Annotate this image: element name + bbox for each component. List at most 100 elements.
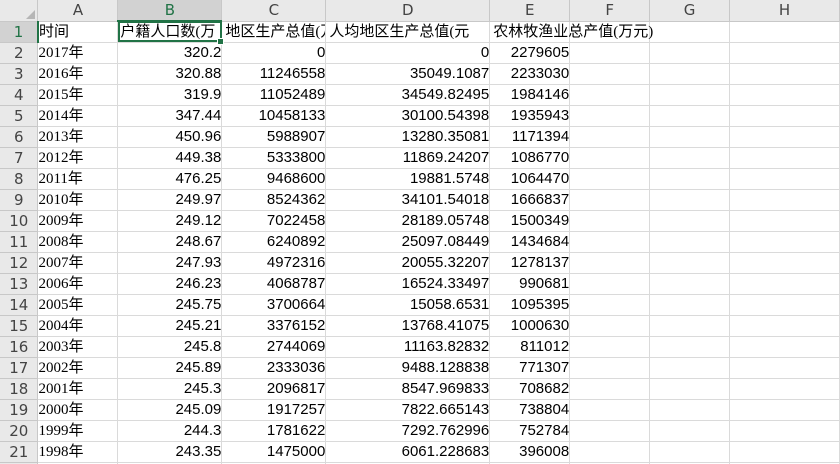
cell-agri-output[interactable]: 1095395 <box>489 294 571 316</box>
cell-gdp[interactable]: 8524362 <box>221 189 327 211</box>
cell-gdp-per-capita[interactable]: 28189.05748 <box>325 210 491 232</box>
cell-gdp-per-capita[interactable]: 15058.6531 <box>325 294 491 316</box>
cell-year[interactable]: 2010年 <box>37 189 119 211</box>
cell-gdp[interactable]: 11246558 <box>221 63 327 85</box>
cell-gdp[interactable]: 9468600 <box>221 168 327 190</box>
cell-year[interactable]: 2005年 <box>37 294 119 316</box>
cell-year[interactable]: 2012年 <box>37 147 119 169</box>
cell-empty[interactable] <box>569 84 651 106</box>
cell-gdp[interactable]: 5988907 <box>221 126 327 148</box>
cell-empty[interactable] <box>569 210 651 232</box>
cell-population[interactable]: 245.8 <box>117 336 223 358</box>
cell-population[interactable]: 320.88 <box>117 63 223 85</box>
row-header[interactable]: 17 <box>0 357 39 379</box>
cell-year[interactable]: 1999年 <box>37 420 119 442</box>
cell-empty[interactable] <box>729 126 840 148</box>
cell-gdp[interactable]: 1781622 <box>221 420 327 442</box>
cell-population[interactable]: 249.12 <box>117 210 223 232</box>
cell-year[interactable]: 2001年 <box>37 378 119 400</box>
cell-empty[interactable] <box>729 42 840 64</box>
cell-population[interactable]: 243.35 <box>117 441 223 463</box>
cell-g1[interactable] <box>649 21 731 43</box>
cell-gdp[interactable]: 3700664 <box>221 294 327 316</box>
cell-empty[interactable] <box>729 105 840 127</box>
cell-empty[interactable] <box>649 399 731 421</box>
cell-empty[interactable] <box>569 273 651 295</box>
row-header[interactable]: 5 <box>0 105 39 127</box>
column-header-c[interactable]: C <box>221 0 327 22</box>
row-header[interactable]: 15 <box>0 315 39 337</box>
cell-empty[interactable] <box>649 189 731 211</box>
column-header-d[interactable]: D <box>325 0 491 22</box>
cell-gdp[interactable]: 0 <box>221 42 327 64</box>
row-header[interactable]: 9 <box>0 189 39 211</box>
cell-empty[interactable] <box>569 63 651 85</box>
cell-agri-output[interactable]: 1935943 <box>489 105 571 127</box>
cell-empty[interactable] <box>649 42 731 64</box>
cell-empty[interactable] <box>649 315 731 337</box>
cell-empty[interactable] <box>649 336 731 358</box>
cell-population[interactable]: 245.75 <box>117 294 223 316</box>
cell-empty[interactable] <box>649 105 731 127</box>
cell-a1[interactable]: 时间 <box>37 21 119 43</box>
row-header[interactable]: 4 <box>0 84 39 106</box>
cell-empty[interactable] <box>649 441 731 463</box>
cell-c1[interactable]: 地区生产总值(万 <box>221 21 327 43</box>
cell-year[interactable]: 2009年 <box>37 210 119 232</box>
row-header[interactable]: 21 <box>0 441 39 463</box>
cell-empty[interactable] <box>729 147 840 169</box>
cell-empty[interactable] <box>649 420 731 442</box>
cell-empty[interactable] <box>569 441 651 463</box>
cell-agri-output[interactable]: 708682 <box>489 378 571 400</box>
cell-year[interactable]: 2000年 <box>37 399 119 421</box>
column-header-g[interactable]: G <box>649 0 731 22</box>
spreadsheet-grid[interactable]: A B C D E F G H 1 时间 户籍人口数(万 地区生产总值(万 人均… <box>0 0 840 464</box>
cell-gdp-per-capita[interactable]: 19881.5748 <box>325 168 491 190</box>
cell-gdp-per-capita[interactable]: 30100.54398 <box>325 105 491 127</box>
cell-gdp-per-capita[interactable]: 35049.1087 <box>325 63 491 85</box>
cell-population[interactable]: 245.21 <box>117 315 223 337</box>
cell-empty[interactable] <box>729 252 840 274</box>
cell-gdp[interactable]: 1475000 <box>221 441 327 463</box>
column-header-h[interactable]: H <box>729 0 840 22</box>
cell-population[interactable]: 245.3 <box>117 378 223 400</box>
cell-population[interactable]: 450.96 <box>117 126 223 148</box>
cell-empty[interactable] <box>729 420 840 442</box>
cell-empty[interactable] <box>569 399 651 421</box>
cell-gdp[interactable]: 1917257 <box>221 399 327 421</box>
row-header[interactable]: 12 <box>0 252 39 274</box>
cell-year[interactable]: 2011年 <box>37 168 119 190</box>
cell-gdp-per-capita[interactable]: 20055.32207 <box>325 252 491 274</box>
cell-year[interactable]: 2006年 <box>37 273 119 295</box>
row-header[interactable]: 10 <box>0 210 39 232</box>
cell-gdp-per-capita[interactable]: 25097.08449 <box>325 231 491 253</box>
cell-gdp[interactable]: 4068787 <box>221 273 327 295</box>
select-all-corner[interactable] <box>0 0 39 22</box>
row-header[interactable]: 14 <box>0 294 39 316</box>
cell-population[interactable]: 249.97 <box>117 189 223 211</box>
cell-population[interactable]: 247.93 <box>117 252 223 274</box>
cell-population[interactable]: 320.2 <box>117 42 223 64</box>
cell-d1[interactable]: 人均地区生产总值(元 <box>325 21 491 43</box>
cell-agri-output[interactable]: 1984146 <box>489 84 571 106</box>
cell-h1[interactable] <box>729 21 840 43</box>
cell-gdp[interactable]: 7022458 <box>221 210 327 232</box>
cell-empty[interactable] <box>729 357 840 379</box>
cell-empty[interactable] <box>649 231 731 253</box>
cell-year[interactable]: 2007年 <box>37 252 119 274</box>
cell-empty[interactable] <box>569 147 651 169</box>
cell-agri-output[interactable]: 2233030 <box>489 63 571 85</box>
cell-population[interactable]: 245.09 <box>117 399 223 421</box>
cell-empty[interactable] <box>569 336 651 358</box>
cell-empty[interactable] <box>569 378 651 400</box>
cell-agri-output[interactable]: 1278137 <box>489 252 571 274</box>
cell-gdp-per-capita[interactable]: 7292.762996 <box>325 420 491 442</box>
cell-agri-output[interactable]: 1000630 <box>489 315 571 337</box>
cell-agri-output[interactable]: 738804 <box>489 399 571 421</box>
row-header[interactable]: 2 <box>0 42 39 64</box>
cell-empty[interactable] <box>649 147 731 169</box>
row-header[interactable]: 11 <box>0 231 39 253</box>
row-header[interactable]: 8 <box>0 168 39 190</box>
cell-year[interactable]: 2008年 <box>37 231 119 253</box>
cell-empty[interactable] <box>729 189 840 211</box>
